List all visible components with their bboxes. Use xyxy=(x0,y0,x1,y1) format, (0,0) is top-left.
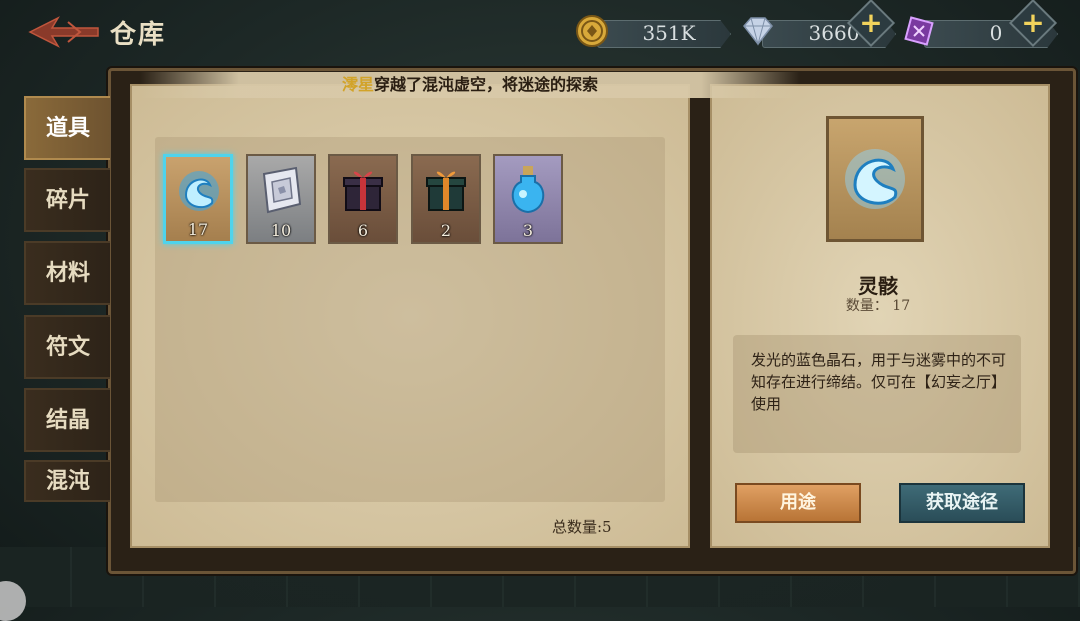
blue-spirit-orb-icon xyxy=(845,149,905,209)
item-count: 6 xyxy=(357,221,369,240)
inventory-slot[interactable]: 2 xyxy=(411,154,481,244)
item-quantity: 数量： 17 xyxy=(845,298,911,314)
item-count: 17 xyxy=(187,220,209,239)
inventory-slot[interactable]: 6 xyxy=(328,154,398,244)
green-gift-box-icon xyxy=(426,171,466,211)
tab-runes[interactable]: 符文 xyxy=(24,315,110,379)
total-count: 总数量:5 xyxy=(552,518,612,536)
tab-fragments[interactable]: 碎片 xyxy=(24,168,110,232)
plus-icon: + xyxy=(859,6,883,39)
item-description: 发光的蓝色晶石，用于与迷雾中的不可知存在进行缔结。仅可在【幻妄之厅】使用 xyxy=(751,351,1007,413)
gold-coin-icon xyxy=(576,15,608,47)
announcement-ticker: 澪星穿越了混沌虚空，将迷途的探索 xyxy=(140,72,800,98)
item-count: 10 xyxy=(270,221,292,240)
item-count: 3 xyxy=(522,221,534,240)
inventory-slot[interactable]: 3 xyxy=(493,154,563,244)
ticker-player-name: 澪星 xyxy=(341,75,374,94)
tab-chaos[interactable]: 混沌 xyxy=(24,460,110,502)
use-button[interactable]: 用途 xyxy=(735,483,861,523)
plus-icon: + xyxy=(1021,6,1045,39)
blue-potion-icon xyxy=(511,166,545,214)
source-button[interactable]: 获取途径 xyxy=(899,483,1025,523)
ticker-text: 穿越了混沌虚空，将迷途的探索 xyxy=(374,75,599,94)
top-bar: 仓库 351K 3660 + 0 + xyxy=(0,0,1080,62)
tab-materials[interactable]: 材料 xyxy=(24,241,110,305)
item-count: 2 xyxy=(440,221,452,240)
silver-book-icon xyxy=(262,166,302,214)
purple-crystal-icon xyxy=(904,16,934,46)
selected-item-card xyxy=(826,116,924,242)
back-arrow-icon[interactable] xyxy=(28,14,100,50)
blue-spirit-orb-icon xyxy=(179,171,219,211)
page-title: 仓库 xyxy=(110,20,167,50)
diamond-icon xyxy=(743,17,773,46)
tab-items[interactable]: 道具 xyxy=(24,96,110,160)
gold-value: 351K xyxy=(642,21,696,45)
inventory-slot[interactable]: 10 xyxy=(246,154,316,244)
inventory-slot[interactable]: 17 xyxy=(163,154,233,244)
tab-crystals[interactable]: 结晶 xyxy=(24,388,110,452)
red-gift-box-icon xyxy=(343,171,383,211)
